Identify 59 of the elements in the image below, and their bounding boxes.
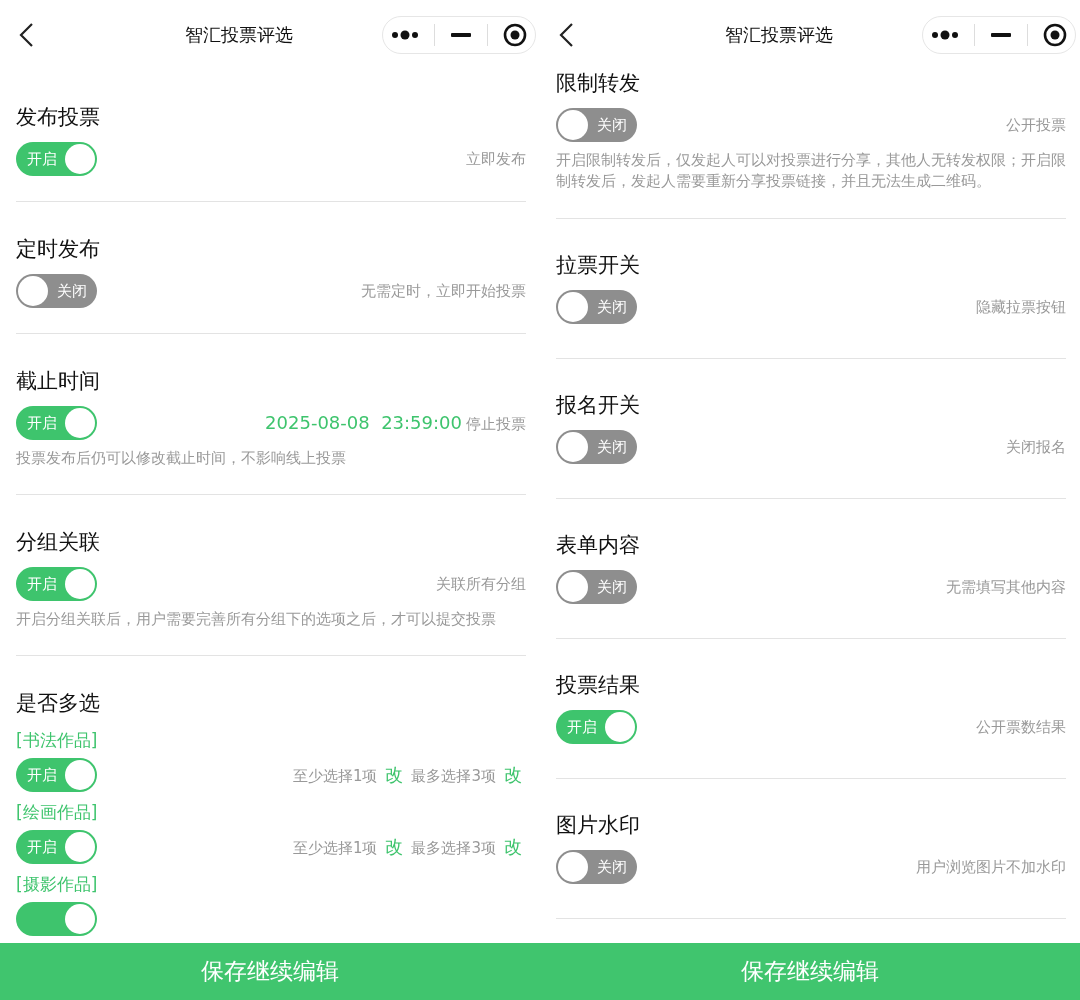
toggle-switch[interactable]: 关闭 [16, 274, 97, 308]
group-name: [摄影作品] [16, 873, 99, 896]
group-name: [绘画作品] [16, 801, 99, 824]
edit-link[interactable]: 改 [504, 763, 522, 787]
toggle-switch[interactable]: 关闭 [556, 290, 637, 324]
setting-note: 无需填写其他内容 [946, 577, 1066, 597]
setting-note: 最多选择3项 [411, 839, 496, 858]
save-button[interactable]: 保存继续编辑 [0, 943, 540, 1000]
setting-title: 发布投票 [16, 104, 101, 130]
setting-note: 公开投票 [1006, 115, 1066, 135]
setting-description: 开启限制转发后，仅发起人可以对投票进行分享，其他人无转发权限；开启限制转发后，发起人需要重新分享投票链接，并且无法生成二维码。 [556, 150, 1066, 192]
setting-note: 至少选择1项 [292, 767, 378, 786]
page-title: 智汇投票评选 [185, 23, 293, 47]
setting-note: 用户浏览图片不加水印 [916, 857, 1066, 877]
save-button[interactable]: 保存继续编辑 [540, 943, 1080, 1000]
toggle-switch[interactable] [16, 902, 97, 936]
toggle-switch[interactable]: 开启 [16, 142, 97, 176]
setting-title: 限制转发 [556, 70, 641, 96]
page-title: 智汇投票评选 [725, 23, 833, 47]
back-icon[interactable] [18, 22, 36, 48]
setting-note: 立即发布 [466, 149, 526, 169]
setting-title: 投票结果 [556, 672, 641, 698]
close-icon[interactable] [1043, 23, 1068, 47]
setting-title: 表单内容 [556, 532, 641, 558]
setting-title: 报名开关 [556, 392, 641, 418]
toggle-switch[interactable]: 开启 [16, 567, 97, 601]
close-icon[interactable] [503, 23, 528, 47]
setting-title: 图片水印 [556, 812, 641, 838]
setting-note: 最多选择3项 [411, 767, 496, 786]
setting-title: 是否多选 [16, 690, 101, 716]
toggle-switch[interactable]: 关闭 [556, 850, 637, 884]
toggle-switch[interactable]: 关闭 [556, 430, 637, 464]
edit-link[interactable]: 改 [385, 763, 404, 787]
setting-title: 拉票开关 [556, 252, 641, 278]
toggle-switch[interactable]: 开启 [556, 710, 637, 744]
group-name: [书法作品] [16, 729, 99, 752]
setting-note: 停止投票 [466, 415, 526, 434]
toggle-switch[interactable]: 关闭 [556, 570, 637, 604]
setting-note: 公开票数结果 [976, 717, 1066, 737]
edit-link[interactable]: 改 [385, 835, 404, 859]
setting-note: 无需定时，立即开始投票 [361, 281, 526, 301]
setting-title: 分组关联 [16, 529, 101, 555]
setting-title: 截止时间 [16, 368, 101, 394]
toggle-switch[interactable]: 开启 [16, 758, 97, 792]
setting-note: 隐藏拉票按钮 [976, 297, 1066, 317]
edit-link[interactable]: 改 [504, 835, 522, 859]
back-icon[interactable] [558, 22, 576, 48]
setting-description: 开启分组关联后，用户需要完善所有分组下的选项之后，才可以提交投票 [16, 609, 497, 630]
more-icon[interactable] [930, 30, 959, 40]
toggle-switch[interactable]: 开启 [16, 406, 97, 440]
more-icon[interactable] [390, 30, 419, 40]
setting-note: 关联所有分组 [436, 574, 526, 594]
toggle-switch[interactable]: 开启 [16, 830, 97, 864]
setting-description: 投票发布后仍可以修改截止时间，不影响线上投票 [16, 448, 347, 469]
toggle-switch[interactable]: 关闭 [556, 108, 637, 142]
setting-note: 关闭报名 [1006, 437, 1066, 457]
deadline-value[interactable]: 2025-08-08 23:59:00 [265, 412, 462, 433]
setting-note: 至少选择1项 [292, 839, 378, 858]
setting-title: 定时发布 [16, 236, 101, 262]
